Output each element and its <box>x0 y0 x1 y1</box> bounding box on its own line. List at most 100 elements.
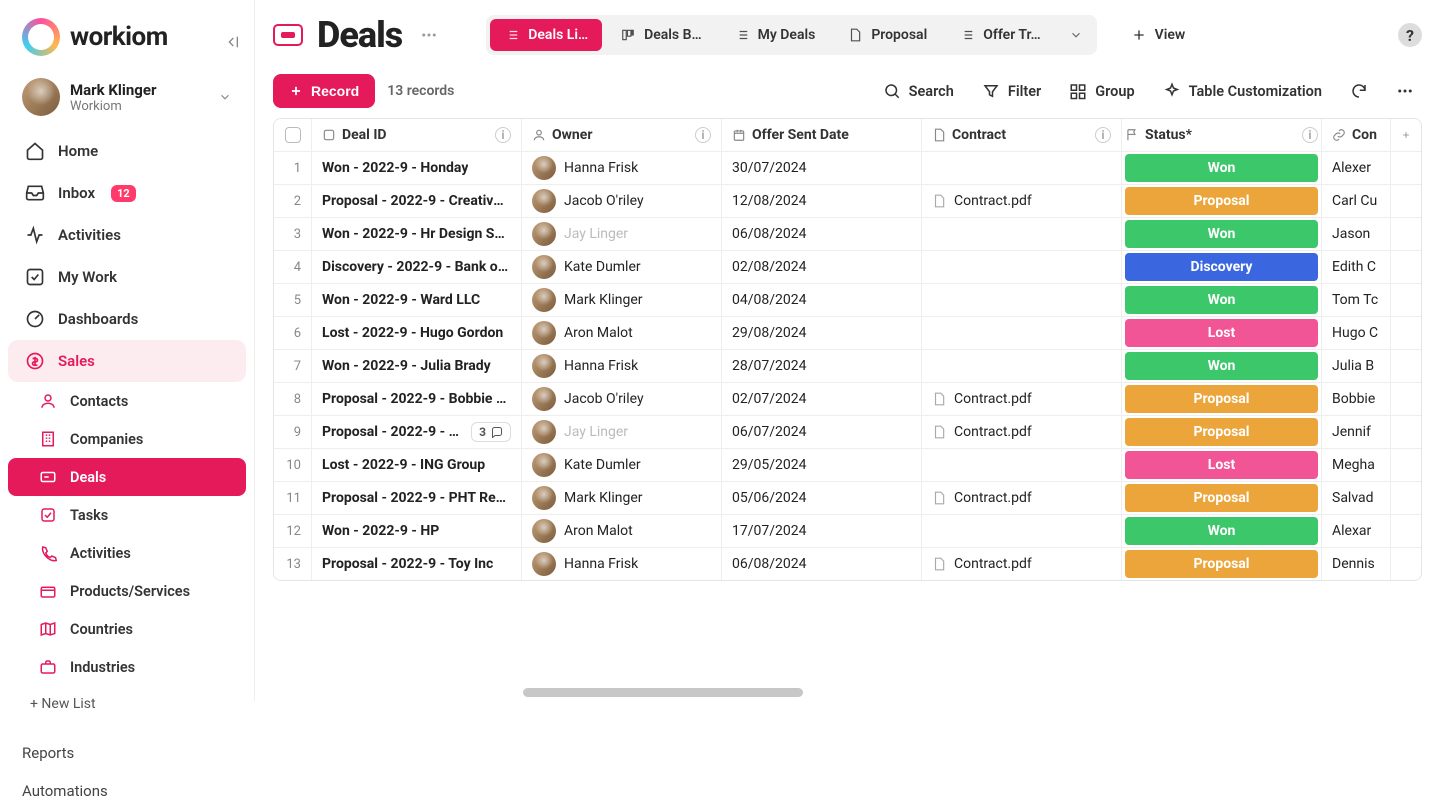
contract-cell[interactable] <box>922 515 1122 547</box>
contact-cell[interactable]: Julia B <box>1322 350 1391 382</box>
status-cell[interactable]: Lost <box>1122 449 1322 481</box>
table-row[interactable]: 2 Proposal - 2022-9 - Creative… Jacob O'… <box>274 185 1421 218</box>
status-cell[interactable]: Proposal <box>1122 185 1322 217</box>
contact-cell[interactable]: Alexer <box>1322 152 1391 184</box>
offer-date[interactable]: 05/06/2024 <box>722 482 922 514</box>
col-contract[interactable]: Contracti <box>922 119 1122 151</box>
title-more-button[interactable] <box>416 22 442 48</box>
nav-inbox[interactable]: Inbox 12 <box>8 172 246 214</box>
sidebar-item-products[interactable]: Products/Services <box>8 572 246 610</box>
search-button[interactable]: Search <box>875 76 962 106</box>
customize-button[interactable]: Table Customization <box>1155 76 1330 106</box>
contract-cell[interactable] <box>922 350 1122 382</box>
horizontal-scrollbar[interactable] <box>273 688 1422 697</box>
owner-cell[interactable]: Hanna Frisk <box>522 350 722 382</box>
owner-cell[interactable]: Hanna Frisk <box>522 152 722 184</box>
col-owner[interactable]: Owneri <box>522 119 722 151</box>
contract-cell[interactable]: Contract.pdf <box>922 548 1122 580</box>
deal-name[interactable]: Won - 2022-9 - Honday <box>312 152 522 184</box>
owner-cell[interactable]: Kate Dumler <box>522 251 722 283</box>
status-cell[interactable]: Won <box>1122 350 1322 382</box>
tabs-more-button[interactable] <box>1059 20 1093 50</box>
offer-date[interactable]: 06/08/2024 <box>722 548 922 580</box>
contract-cell[interactable] <box>922 152 1122 184</box>
contact-cell[interactable]: Megha <box>1322 449 1391 481</box>
tab-deals-board[interactable]: Deals B… <box>606 19 716 51</box>
nav-automations[interactable]: Automations <box>22 772 232 810</box>
contract-cell[interactable]: Contract.pdf <box>922 185 1122 217</box>
refresh-button[interactable] <box>1342 76 1376 106</box>
group-button[interactable]: Group <box>1061 76 1142 106</box>
table-row[interactable]: 11 Proposal - 2022-9 - PHT Rea… Mark Kli… <box>274 482 1421 515</box>
tab-my-deals[interactable]: My Deals <box>720 19 830 51</box>
table-row[interactable]: 13 Proposal - 2022-9 - Toy Inc Hanna Fri… <box>274 548 1421 580</box>
deal-name[interactable]: Proposal - 2022-9 - Creative… <box>312 185 522 217</box>
contract-cell[interactable] <box>922 449 1122 481</box>
sidebar-item-deals[interactable]: Deals <box>8 458 246 496</box>
add-record-button[interactable]: Record <box>273 74 375 108</box>
table-row[interactable]: 6 Lost - 2022-9 - Hugo Gordon Aron Malot… <box>274 317 1421 350</box>
offer-date[interactable]: 30/07/2024 <box>722 152 922 184</box>
status-cell[interactable]: Proposal <box>1122 416 1322 448</box>
deal-name[interactable]: Discovery - 2022-9 - Bank of… <box>312 251 522 283</box>
deal-name[interactable]: Proposal - 2022-9 - Sc…3 <box>312 416 522 448</box>
tab-deals-list[interactable]: Deals Li… <box>490 19 602 51</box>
owner-cell[interactable]: Aron Malot <box>522 515 722 547</box>
table-row[interactable]: 4 Discovery - 2022-9 - Bank of… Kate Dum… <box>274 251 1421 284</box>
owner-cell[interactable]: Mark Klinger <box>522 482 722 514</box>
add-column-button[interactable] <box>1391 119 1421 151</box>
status-cell[interactable]: Discovery <box>1122 251 1322 283</box>
deal-name[interactable]: Won - 2022-9 - Ward LLC <box>312 284 522 316</box>
deal-name[interactable]: Proposal - 2022-9 - Bobbie … <box>312 383 522 415</box>
select-all[interactable] <box>274 119 312 151</box>
contact-cell[interactable]: Carl Cu <box>1322 185 1391 217</box>
info-icon[interactable]: i <box>1302 127 1318 143</box>
contact-cell[interactable]: Edith C <box>1322 251 1391 283</box>
owner-cell[interactable]: Jay Linger <box>522 416 722 448</box>
table-row[interactable]: 5 Won - 2022-9 - Ward LLC Mark Klinger 0… <box>274 284 1421 317</box>
offer-date[interactable]: 17/07/2024 <box>722 515 922 547</box>
status-cell[interactable]: Won <box>1122 152 1322 184</box>
table-row[interactable]: 7 Won - 2022-9 - Julia Brady Hanna Frisk… <box>274 350 1421 383</box>
col-offer-date[interactable]: Offer Sent Date <box>722 119 922 151</box>
contract-cell[interactable] <box>922 251 1122 283</box>
offer-date[interactable]: 06/07/2024 <box>722 416 922 448</box>
owner-cell[interactable]: Jay Linger <box>522 218 722 250</box>
offer-date[interactable]: 02/07/2024 <box>722 383 922 415</box>
contact-cell[interactable]: Jennif <box>1322 416 1391 448</box>
deal-name[interactable]: Won - 2022-9 - Hr Design Se… <box>312 218 522 250</box>
nav-reports[interactable]: Reports <box>22 734 232 772</box>
contact-cell[interactable]: Tom Tc <box>1322 284 1391 316</box>
info-icon[interactable]: i <box>495 127 511 143</box>
sidebar-item-countries[interactable]: Countries <box>8 610 246 648</box>
sidebar-item-contacts[interactable]: Contacts <box>8 382 246 420</box>
offer-date[interactable]: 28/07/2024 <box>722 350 922 382</box>
help-button[interactable]: ? <box>1398 23 1422 47</box>
deal-name[interactable]: Won - 2022-9 - HP <box>312 515 522 547</box>
nav-sales[interactable]: Sales <box>8 340 246 382</box>
offer-date[interactable]: 29/05/2024 <box>722 449 922 481</box>
offer-date[interactable]: 02/08/2024 <box>722 251 922 283</box>
sidebar-item-industries[interactable]: Industries <box>8 648 246 686</box>
contact-cell[interactable]: Dennis <box>1322 548 1391 580</box>
contract-cell[interactable] <box>922 218 1122 250</box>
tab-proposal[interactable]: Proposal <box>833 19 941 51</box>
nav-home[interactable]: Home <box>8 130 246 172</box>
owner-cell[interactable]: Kate Dumler <box>522 449 722 481</box>
table-row[interactable]: 9 Proposal - 2022-9 - Sc…3 Jay Linger 06… <box>274 416 1421 449</box>
info-icon[interactable]: i <box>695 127 711 143</box>
user-switcher[interactable]: Mark Klinger Workiom <box>0 70 254 130</box>
sidebar-item-companies[interactable]: Companies <box>8 420 246 458</box>
status-cell[interactable]: Proposal <box>1122 548 1322 580</box>
more-button[interactable] <box>1388 76 1422 106</box>
collapse-sidebar-button[interactable] <box>220 30 244 54</box>
offer-date[interactable]: 29/08/2024 <box>722 317 922 349</box>
offer-date[interactable]: 12/08/2024 <box>722 185 922 217</box>
nav-dashboards[interactable]: Dashboards <box>8 298 246 340</box>
owner-cell[interactable]: Jacob O'riley <box>522 185 722 217</box>
contact-cell[interactable]: Jason <box>1322 218 1391 250</box>
status-cell[interactable]: Proposal <box>1122 383 1322 415</box>
new-list-button[interactable]: + New List <box>0 686 254 722</box>
owner-cell[interactable]: Hanna Frisk <box>522 548 722 580</box>
contract-cell[interactable] <box>922 284 1122 316</box>
